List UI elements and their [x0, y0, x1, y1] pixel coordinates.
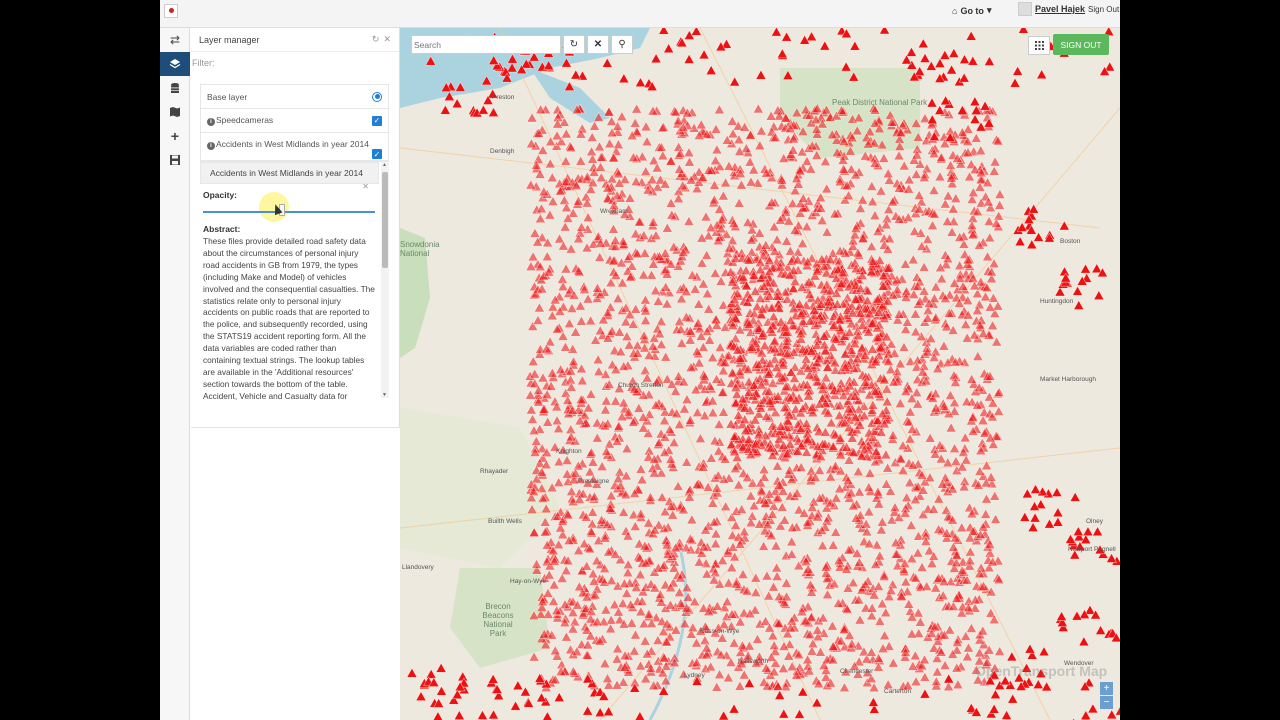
close-icon[interactable]: ✕ [383, 34, 391, 45]
layer-manager-panel: Layer manager ↻ ✕ Filter: Base layer i Sp… [191, 28, 400, 428]
sign-out-link[interactable]: Sign Out [1088, 5, 1119, 14]
search-button[interactable]: ⚲ [611, 35, 633, 54]
info-icon[interactable]: i [207, 142, 215, 150]
refresh-icon: ↻ [569, 39, 579, 50]
save-icon [170, 155, 180, 165]
grid-icon [1034, 41, 1044, 50]
layers-icon [169, 59, 181, 69]
map-label: Denbigh [490, 148, 515, 155]
map-label: Market Harborough [1040, 376, 1096, 383]
abstract-label: Abstract: [203, 224, 241, 234]
layer-details: Accidents in West Midlands in year 2014 … [200, 162, 389, 400]
home-icon: ⌂ [952, 5, 958, 16]
details-title: Accidents in West Midlands in year 2014 [200, 162, 379, 184]
app-window: ⌂ Go to ▾ Pavel Hajek Sign Out ⇄ + Layer… [160, 0, 1120, 720]
layer-item-speedcameras[interactable]: i Speedcameras ✓ [201, 109, 388, 133]
add-layer-button[interactable]: + [160, 124, 190, 148]
clear-search-button[interactable]: ✕ [587, 35, 609, 54]
map-label: Rhayader [480, 468, 509, 475]
plus-icon: + [170, 128, 180, 144]
sign-out-button[interactable]: SIGN OUT [1053, 34, 1109, 55]
zoom-in-button[interactable]: + [1100, 682, 1113, 695]
opacity-label: Opacity: [203, 190, 238, 200]
refresh-icon[interactable]: ↻ [372, 34, 380, 45]
layer-label: Base layer [207, 91, 248, 102]
map-label: Wrexham [600, 208, 628, 215]
arrows-exchange-icon: ⇄ [169, 33, 181, 47]
close-icon: ✕ [593, 39, 603, 50]
apps-grid-button[interactable] [1028, 36, 1050, 55]
map-label: Snowdonia National [400, 240, 440, 258]
map-label: Cirencester [840, 668, 874, 675]
layer-label: Speedcameras [216, 115, 274, 125]
watermark: OpenTransport Map [975, 663, 1108, 679]
swap-panels-button[interactable]: ⇄ [160, 28, 190, 52]
database-icon [171, 83, 179, 93]
search-icon: ⚲ [618, 39, 626, 50]
filter-input[interactable]: Filter: [191, 52, 399, 74]
accidents-checkbox[interactable]: ✓ [372, 149, 382, 159]
map-label: Peak District National Park [832, 98, 928, 107]
map-label: Builth Wells [488, 518, 522, 525]
abstract-text: These files provide detailed road safety… [203, 236, 375, 400]
zoom-out-button[interactable]: − [1100, 696, 1113, 709]
map-label: Hay-on-Wye [510, 578, 547, 585]
map-label: Ross-on-Wye [700, 628, 740, 635]
map-label: Nailsworth [738, 658, 769, 665]
save-button[interactable] [160, 148, 190, 172]
map-button[interactable] [160, 100, 190, 124]
icon-rail: ⇄ + [160, 28, 190, 720]
map-view[interactable]: Peak District National Park Brecon Beaco… [400, 28, 1120, 720]
layer-item-base[interactable]: Base layer [201, 85, 388, 109]
map-label: Huntingdon [1040, 298, 1074, 305]
layer-item-accidents[interactable]: i Accidents in West Midlands in year 2014… [201, 133, 388, 161]
map-search-input[interactable] [411, 35, 561, 54]
base-layer-radio[interactable] [372, 91, 382, 102]
map-label: Olney [1086, 518, 1103, 525]
layer-list: Base layer i Speedcameras ✓ i Accidents in… [200, 84, 389, 162]
map-label: Preston [492, 94, 515, 101]
opacity-slider[interactable] [203, 192, 375, 222]
map-label: Presteigne [578, 478, 610, 485]
layer-manager-button[interactable] [160, 52, 190, 76]
speedcameras-checkbox[interactable]: ✓ [372, 115, 382, 126]
map-label: Church Stretton [618, 382, 664, 389]
app-logo[interactable] [164, 4, 178, 18]
map-icon [170, 107, 180, 117]
avatar [1018, 2, 1032, 16]
user-menu: Pavel Hajek Sign Out [1018, 2, 1119, 16]
map-label: Llandovery [402, 564, 434, 571]
goto-label: Go to [960, 5, 984, 16]
top-bar: ⌂ Go to ▾ Pavel Hajek Sign Out [160, 0, 1120, 28]
details-scrollbar[interactable]: ▲ ▼ [381, 162, 389, 398]
layer-label: Accidents in West Midlands in year 2014 [216, 139, 369, 149]
map-label: Newport Pagnell [1068, 546, 1116, 553]
info-icon[interactable]: i [207, 118, 215, 126]
caret-down-icon: ▾ [986, 5, 992, 15]
panel-title: Layer manager [199, 34, 260, 45]
panel-header: Layer manager ↻ ✕ [191, 28, 399, 52]
reload-button[interactable]: ↻ [563, 35, 585, 54]
close-details-icon[interactable]: ✕ [362, 182, 369, 191]
map-label: Carterton [884, 688, 912, 695]
map-label: Lydney [684, 672, 705, 679]
zoom-control: + − [1100, 682, 1113, 710]
map-label: Boston [1060, 238, 1081, 245]
map-label: Brecon Beacons National Park [482, 602, 514, 638]
map-label: Knighton [556, 448, 582, 455]
map-search-bar: ↻ ✕ ⚲ [411, 35, 633, 54]
goto-menu[interactable]: ⌂ Go to ▾ [952, 5, 991, 16]
datasource-button[interactable] [160, 76, 190, 100]
user-name[interactable]: Pavel Hajek [1035, 4, 1085, 14]
